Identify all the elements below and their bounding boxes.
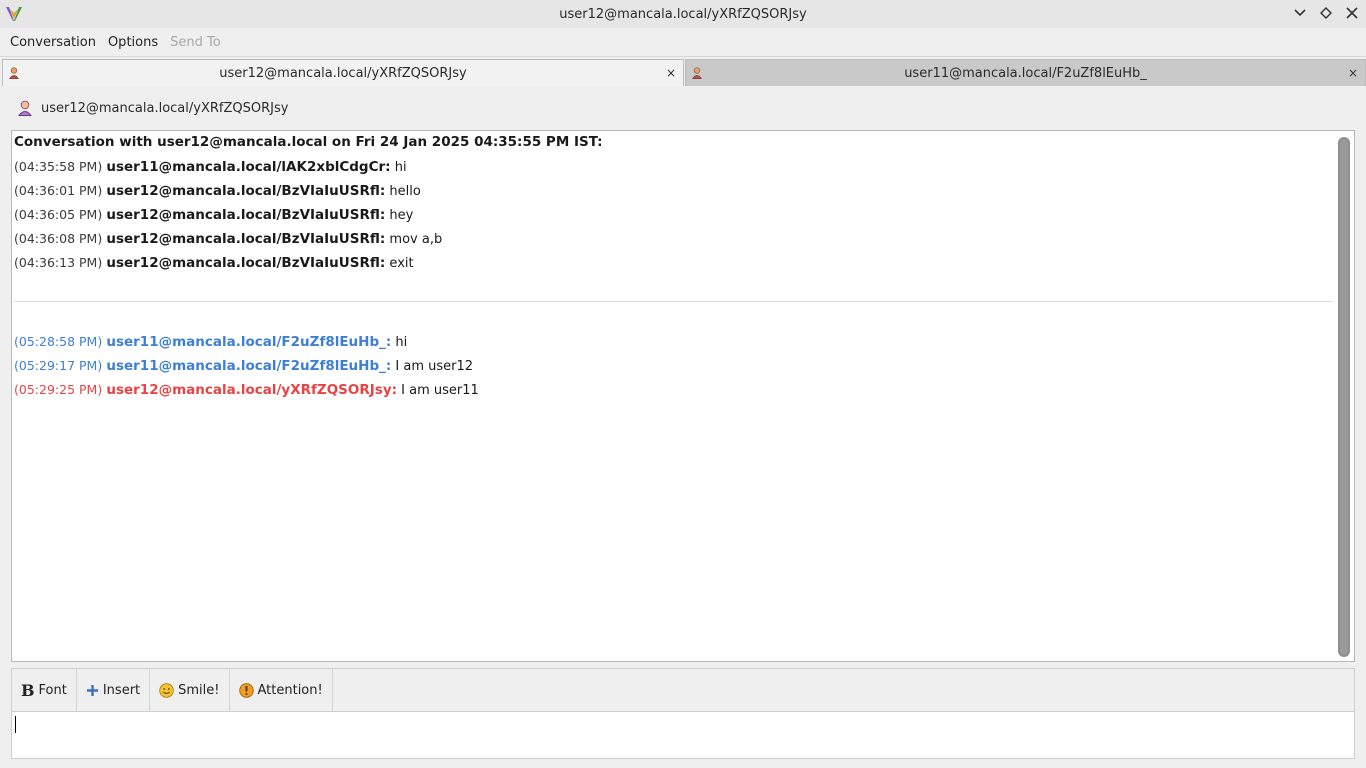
chevron-down-icon [1294, 9, 1306, 17]
message-sender: user11@mancala.local/F2uZf8lEuHb_: [106, 334, 392, 350]
message-text: hi [395, 335, 408, 350]
buddy-name: user12@mancala.local/yXRfZQSORJsy [41, 100, 289, 116]
format-toolbar: B Font Insert Smile! Attention! [11, 668, 1355, 712]
user-icon [9, 67, 19, 79]
message-row: (05:29:17 PM) user11@mancala.local/F2uZf… [14, 358, 473, 374]
message-text: mov a,b [389, 232, 443, 247]
font-button[interactable]: B Font [12, 668, 77, 712]
tab-user12[interactable]: user12@mancala.local/yXRfZQSORJsy × [2, 59, 684, 86]
window-title: user12@mancala.local/yXRfZQSORJsy [559, 6, 807, 22]
message-time: (04:36:01 PM) [14, 183, 103, 198]
tab-label: user11@mancala.local/F2uZf8lEuHb_ [904, 65, 1147, 81]
conversation-history[interactable]: Conversation with user12@mancala.local o… [11, 130, 1355, 662]
message-entry[interactable] [11, 711, 1355, 759]
message-text: hello [389, 184, 421, 199]
message-row: (04:36:08 PM) user12@mancala.local/BzVIa… [14, 231, 442, 247]
tab-close-button[interactable]: × [1348, 66, 1358, 80]
message-time: (05:28:58 PM) [14, 334, 103, 349]
message-row: (05:28:58 PM) user11@mancala.local/F2uZf… [14, 334, 407, 350]
message-row: (04:36:01 PM) user12@mancala.local/BzVIa… [14, 183, 421, 199]
menu-conversation[interactable]: Conversation [4, 35, 102, 50]
message-time: (05:29:25 PM) [14, 382, 103, 397]
font-label: Font [38, 682, 67, 698]
close-icon [1346, 7, 1358, 19]
message-time: (04:36:05 PM) [14, 207, 103, 222]
minimize-button[interactable] [1292, 4, 1308, 22]
plus-icon [86, 684, 99, 697]
message-time: (04:36:08 PM) [14, 231, 103, 246]
user-icon[interactable] [18, 100, 32, 116]
message-time: (04:35:58 PM) [14, 159, 103, 174]
smile-label: Smile! [178, 682, 220, 698]
user-icon [692, 67, 702, 79]
insert-label: Insert [102, 682, 141, 698]
close-window-button[interactable] [1344, 4, 1360, 22]
conversation-header: Conversation with user12@mancala.local o… [14, 134, 603, 150]
history-scrollbar[interactable] [1338, 137, 1350, 657]
attention-label: Attention! [257, 682, 323, 698]
tab-label: user12@mancala.local/yXRfZQSORJsy [219, 65, 467, 81]
message-text: I am user11 [401, 383, 479, 398]
maximize-button[interactable] [1318, 4, 1334, 22]
pidgin-app-icon [6, 7, 22, 21]
message-time: (04:36:13 PM) [14, 255, 103, 270]
attention-button[interactable]: Attention! [230, 668, 333, 712]
buddy-header: user12@mancala.local/yXRfZQSORJsy [0, 86, 1366, 130]
window-controls [1292, 4, 1360, 22]
message-text: exit [389, 256, 414, 271]
bold-font-icon: B [21, 680, 35, 700]
message-time: (05:29:17 PM) [14, 358, 103, 373]
message-sender: user12@mancala.local/BzVIaIuUSRfl: [106, 255, 386, 271]
title-bar: user12@mancala.local/yXRfZQSORJsy [0, 0, 1366, 28]
attention-icon [238, 682, 254, 698]
history-separator [14, 301, 1332, 302]
message-row: (04:35:58 PM) user11@mancala.local/lAK2x… [14, 159, 407, 175]
conversation-tabs: user12@mancala.local/yXRfZQSORJsy × user… [0, 59, 1366, 86]
menu-send-to: Send To [170, 34, 221, 50]
message-sender: user12@mancala.local/BzVIaIuUSRfl: [106, 231, 386, 247]
message-sender: user12@mancala.local/BzVIaIuUSRfl: [106, 183, 386, 199]
smile-button[interactable]: Smile! [150, 668, 230, 712]
message-row: (04:36:13 PM) user12@mancala.local/BzVIa… [14, 255, 414, 271]
message-input[interactable] [12, 712, 1354, 758]
insert-button[interactable]: Insert [77, 668, 151, 712]
menu-bar: Conversation Options Send To [0, 28, 1366, 57]
tab-user11[interactable]: user11@mancala.local/F2uZf8lEuHb_ × [685, 59, 1366, 86]
message-text: hey [389, 208, 414, 223]
diamond-icon [1320, 7, 1332, 19]
message-sender: user12@mancala.local/BzVIaIuUSRfl: [106, 207, 386, 223]
smiley-icon [159, 682, 174, 698]
tab-close-button[interactable]: × [666, 66, 676, 80]
message-text: I am user12 [395, 359, 474, 374]
message-sender: user11@mancala.local/F2uZf8lEuHb_: [106, 358, 392, 374]
message-sender: user12@mancala.local/yXRfZQSORJsy: [106, 382, 398, 398]
message-text: hi [394, 160, 407, 175]
message-row: (04:36:05 PM) user12@mancala.local/BzVIa… [14, 207, 413, 223]
menu-options[interactable]: Options [102, 35, 164, 50]
message-row: (05:29:25 PM) user12@mancala.local/yXRfZ… [14, 382, 479, 398]
message-sender: user11@mancala.local/lAK2xblCdgCr: [106, 159, 391, 175]
